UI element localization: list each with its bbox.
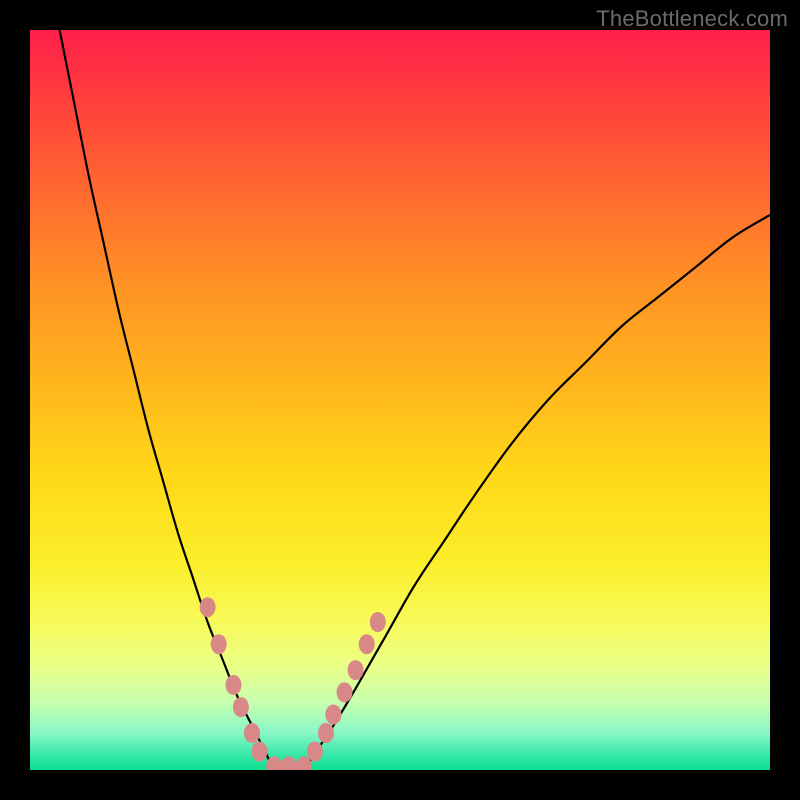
chart-stage: TheBottleneck.com (0, 0, 800, 800)
right-curve-path (304, 215, 770, 770)
marker-dot (211, 634, 227, 654)
marker-dot (226, 675, 242, 695)
watermark-text: TheBottleneck.com (596, 6, 788, 32)
marker-dot (325, 705, 341, 725)
marker-dot (281, 756, 297, 770)
marker-dot (348, 660, 364, 680)
left-curve-path (60, 30, 275, 770)
marker-dot (200, 597, 216, 617)
marker-dot (251, 742, 267, 762)
marker-dot (244, 723, 260, 743)
curve-group (60, 30, 770, 770)
marker-dot (307, 742, 323, 762)
marker-dot (233, 697, 249, 717)
marker-dot (337, 682, 353, 702)
marker-dot (318, 723, 334, 743)
curve-svg (30, 30, 770, 770)
marker-dot (370, 612, 386, 632)
marker-dot (359, 634, 375, 654)
plot-area (30, 30, 770, 770)
